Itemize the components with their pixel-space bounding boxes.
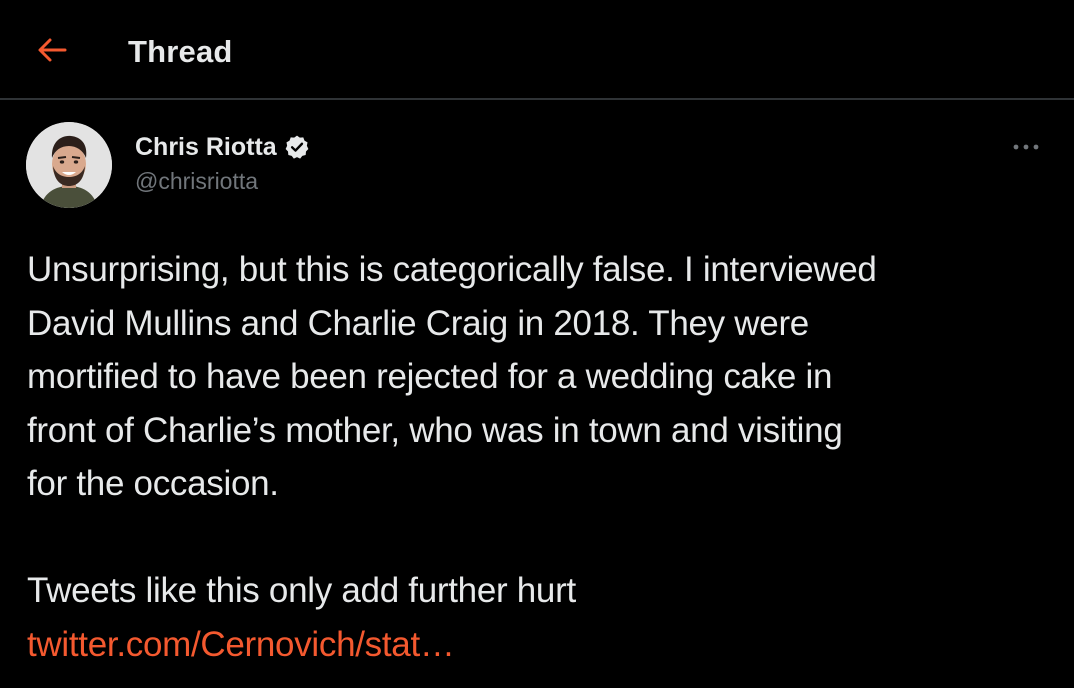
avatar[interactable] xyxy=(26,122,112,208)
tweet-text-line: Unsurprising, but this is categorically … xyxy=(27,250,877,289)
tweet-text-line: Tweets like this only add further hurt xyxy=(27,571,576,610)
tweet-link[interactable]: twitter.com/Cernovich/stat… xyxy=(27,625,455,664)
tweet-text-line: mortified to have been rejected for a we… xyxy=(27,357,833,396)
page-title: Thread xyxy=(128,34,233,69)
tweet: Chris Riotta @chrisriotta Unsurprising, … xyxy=(0,100,1074,688)
arrow-left-icon xyxy=(37,37,67,68)
more-options-button[interactable] xyxy=(1004,130,1048,164)
tweet-text-line: David Mullins and Charlie Craig in 2018.… xyxy=(27,303,809,343)
tweet-text-line: for the occasion. xyxy=(27,464,279,503)
author-name-row: Chris Riotta xyxy=(135,130,310,164)
tweet-text: Unsurprising, but this is categorically … xyxy=(27,243,1047,671)
tweet-link-line: twitter.com/Cernovich/stat… xyxy=(27,618,1047,672)
thread-header: Thread xyxy=(0,0,1074,100)
more-horizontal-icon xyxy=(1012,138,1040,156)
verified-badge-icon xyxy=(284,134,310,160)
back-button[interactable] xyxy=(30,30,74,74)
tweet-text-line: front of Charlie’s mother, who was in to… xyxy=(27,410,843,450)
author-handle[interactable]: @chrisriotta xyxy=(135,168,258,195)
avatar-photo xyxy=(26,122,112,208)
author-name[interactable]: Chris Riotta xyxy=(135,133,277,162)
